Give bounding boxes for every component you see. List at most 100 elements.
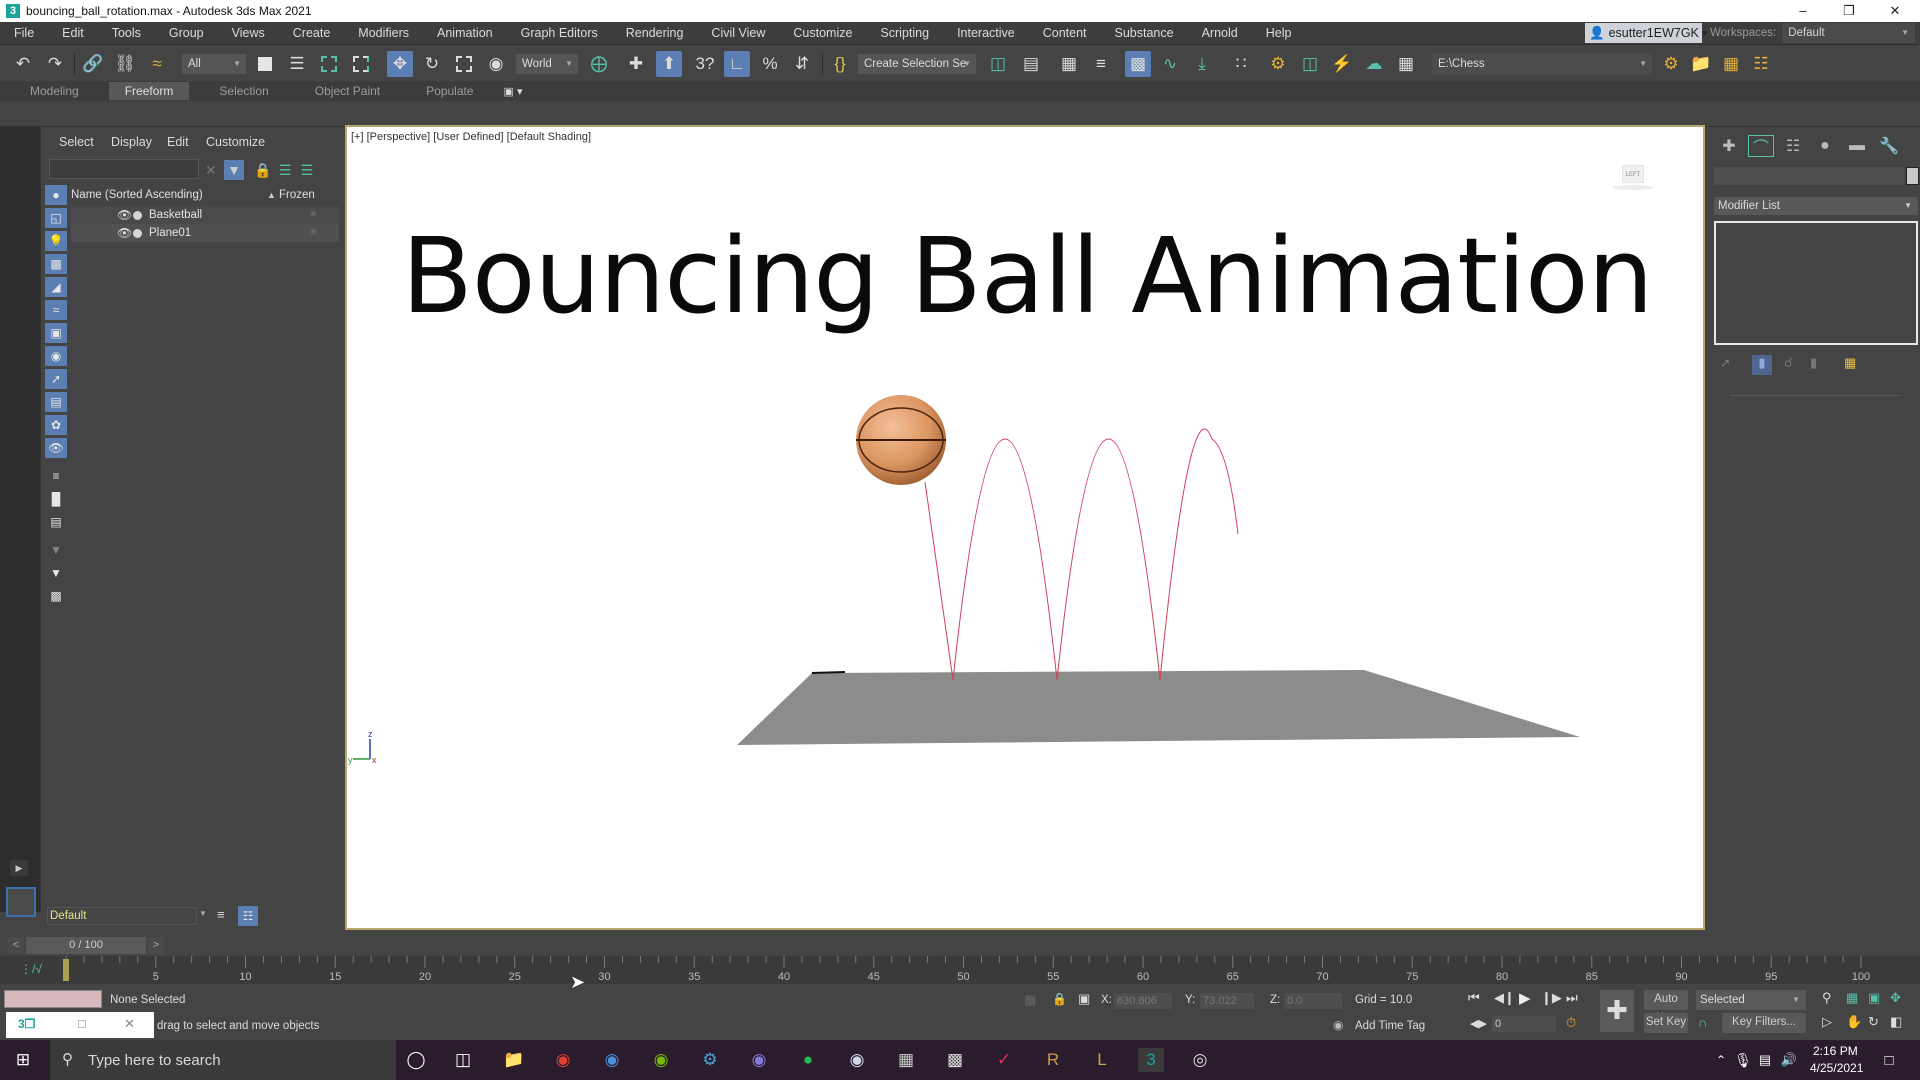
space-warps-filter-icon[interactable]: ≈ xyxy=(45,300,67,320)
close-button[interactable]: ✕ xyxy=(1872,0,1918,22)
toggle-scene-explorer-icon[interactable]: ▦ xyxy=(1056,51,1082,77)
display-none-icon[interactable]: █ xyxy=(45,489,67,509)
freeze-icon[interactable]: ✳ xyxy=(309,206,317,224)
workspaces-dropdown[interactable]: Default ▼ xyxy=(1782,23,1915,43)
se-menu-customize[interactable]: Customize xyxy=(206,135,265,149)
display-all-icon[interactable]: ≡ xyxy=(45,466,67,486)
perspective-viewport[interactable]: [+] [Perspective] [User Defined] [Defaul… xyxy=(345,125,1705,930)
thumb-maximize-icon[interactable]: □ xyxy=(78,1016,86,1031)
create-tab-icon[interactable]: ✚ xyxy=(1716,135,1742,157)
column-frozen[interactable]: Frozen xyxy=(279,186,315,204)
modify-tab-icon[interactable]: ⌒ xyxy=(1748,135,1774,157)
select-manipulate-icon[interactable]: ✚ xyxy=(623,51,649,77)
keyboard-shortcut-override-icon[interactable]: ⬆ xyxy=(656,51,682,77)
viewport-layout-thumbnail[interactable] xyxy=(6,887,36,917)
pivot-center-icon[interactable]: ⨁ xyxy=(586,51,612,77)
rendered-frame-window-icon[interactable]: ◫ xyxy=(1297,51,1323,77)
time-slider[interactable]: 0 / 100 xyxy=(26,937,146,954)
se-menu-display[interactable]: Display xyxy=(111,135,152,149)
z-coordinate-field[interactable]: 0.0 xyxy=(1284,993,1342,1009)
spinner-snap-icon[interactable]: ⇵ xyxy=(789,51,815,77)
menu-civil-view[interactable]: Civil View xyxy=(697,26,779,40)
current-frame-field[interactable]: 0 xyxy=(1492,1016,1556,1032)
chrome-icon[interactable]: ◉ xyxy=(550,1048,576,1072)
object-name-field[interactable] xyxy=(1714,167,1904,185)
mirror-icon[interactable]: ◫ xyxy=(985,51,1011,77)
window-crossing-icon[interactable] xyxy=(348,51,374,77)
curve-editor-icon[interactable]: ∿ xyxy=(1157,51,1183,77)
time-slider-next[interactable]: > xyxy=(148,937,164,954)
sort-layer-icon[interactable]: ☰ xyxy=(297,160,317,180)
select-and-rotate-icon[interactable]: ↻ xyxy=(419,51,445,77)
uplay-icon[interactable]: ◉ xyxy=(844,1048,870,1072)
container-icon[interactable]: ▩ xyxy=(45,586,67,606)
hidden-filter-icon[interactable]: 👁 xyxy=(45,438,67,458)
windows-start-icon[interactable]: ⊞ xyxy=(10,1048,36,1072)
maxscript-listener-mini[interactable] xyxy=(4,990,102,1008)
geometry-filter-icon[interactable]: ● xyxy=(45,185,67,205)
snaps-toggle-icon[interactable]: 3? xyxy=(692,51,718,77)
user-account-button[interactable]: 👤 esutter1EW7GK ▼ xyxy=(1585,23,1709,43)
hierarchy-tab-icon[interactable]: ☷ xyxy=(1780,135,1806,157)
toggle-ribbon-icon[interactable]: ▩ xyxy=(1125,51,1151,77)
clear-search-icon[interactable]: ✕ xyxy=(201,160,221,180)
nvidia-icon[interactable]: ◉ xyxy=(648,1048,674,1072)
g-app-icon[interactable]: ◉ xyxy=(599,1048,625,1072)
rectangular-selection-icon[interactable] xyxy=(316,51,342,77)
reference-coordinate-dropdown[interactable]: World ▼ xyxy=(516,54,578,74)
maximize-viewport-icon[interactable]: ◧ xyxy=(1890,1014,1902,1030)
menu-animation[interactable]: Animation xyxy=(423,26,507,40)
align-icon[interactable]: ▤ xyxy=(1018,51,1044,77)
y-coordinate-field[interactable]: 73.022 xyxy=(1200,993,1254,1009)
ribbon-options-icon[interactable]: ▣ ▾ xyxy=(504,85,523,98)
bones-filter-icon[interactable]: ➚ xyxy=(45,369,67,389)
filter-funnel-icon[interactable]: ▼ xyxy=(45,563,67,583)
utilities-tab-icon[interactable]: 🔧 xyxy=(1876,135,1902,157)
current-frame-marker[interactable] xyxy=(63,959,69,981)
ribbon-tab-populate[interactable]: Populate xyxy=(410,82,489,100)
particles-filter-icon[interactable]: ✿ xyxy=(45,415,67,435)
app-icon-10[interactable]: ▩ xyxy=(942,1048,968,1072)
default-in-out-tangents-icon[interactable]: ∩ xyxy=(1698,1015,1707,1030)
steam-icon[interactable]: ⚙ xyxy=(697,1048,723,1072)
chevron-down-icon[interactable]: ▼ xyxy=(199,909,207,918)
track-bar[interactable]: ⋮/√ 5 10 15 20 25 30 35 40 45 50 55 60 65 70 75 80 85 90 9… xyxy=(0,956,1920,984)
network-icon[interactable]: ▤ xyxy=(1752,1048,1778,1072)
next-frame-icon[interactable]: ❙▶ xyxy=(1541,990,1562,1006)
pan-view-icon[interactable]: ✋ xyxy=(1846,1014,1862,1030)
zoom-extents-all-icon[interactable]: ✥ xyxy=(1890,990,1901,1006)
task-view-icon[interactable]: ◫ xyxy=(450,1048,476,1072)
named-selection-dropdown[interactable]: Create Selection Se ▼ xyxy=(858,54,976,74)
cortana-icon[interactable]: ◯ xyxy=(403,1048,429,1072)
select-and-place-icon[interactable]: ◉ xyxy=(483,51,509,77)
project-hierarchy-icon[interactable]: ☷ xyxy=(1748,51,1774,77)
auto-key-button[interactable]: Auto Key xyxy=(1644,990,1688,1024)
menu-arnold[interactable]: Arnold xyxy=(1188,26,1252,40)
menu-modifiers[interactable]: Modifiers xyxy=(344,26,423,40)
set-key-big-button[interactable]: ✚ xyxy=(1600,990,1634,1032)
ribbon-tab-freeform[interactable]: Freeform xyxy=(108,82,190,100)
key-mode-toggle-icon[interactable]: ◀▶ xyxy=(1470,1017,1487,1030)
se-menu-edit[interactable]: Edit xyxy=(167,135,189,149)
filter-icon[interactable]: ▼ xyxy=(224,160,244,180)
lock-icon[interactable]: 🔒 xyxy=(253,160,273,180)
menu-create[interactable]: Create xyxy=(279,26,345,40)
modifier-list-dropdown[interactable]: Modifier List ▼ xyxy=(1714,197,1918,215)
project-folder-icon[interactable]: 📁 xyxy=(1688,51,1714,77)
project-path-dropdown[interactable]: E:\Chess ▼ xyxy=(1432,54,1652,74)
bind-space-warp-icon[interactable]: ≈ xyxy=(144,51,170,77)
3dsmax-taskbar-icon[interactable]: 3 xyxy=(1138,1048,1164,1072)
legends-of-runeterra-icon[interactable]: R xyxy=(1040,1048,1066,1072)
render-production-icon[interactable]: ⚡ xyxy=(1329,51,1355,77)
se-menu-select[interactable]: Select xyxy=(59,135,94,149)
menu-tools[interactable]: Tools xyxy=(98,26,155,40)
toggle-layer-explorer-icon[interactable]: ≡ xyxy=(1088,51,1114,77)
a360-gallery-icon[interactable]: ▦ xyxy=(1393,51,1419,77)
scene-search-input[interactable] xyxy=(49,159,199,179)
material-editor-icon[interactable]: ∷ xyxy=(1228,51,1254,77)
expand-layout-icon[interactable]: ▶ xyxy=(10,860,28,876)
render-dot-icon[interactable] xyxy=(133,229,142,238)
menu-substance[interactable]: Substance xyxy=(1101,26,1188,40)
unlink-icon[interactable]: ⛓ xyxy=(112,51,138,77)
visibility-eye-icon[interactable]: 👁 xyxy=(117,206,132,224)
